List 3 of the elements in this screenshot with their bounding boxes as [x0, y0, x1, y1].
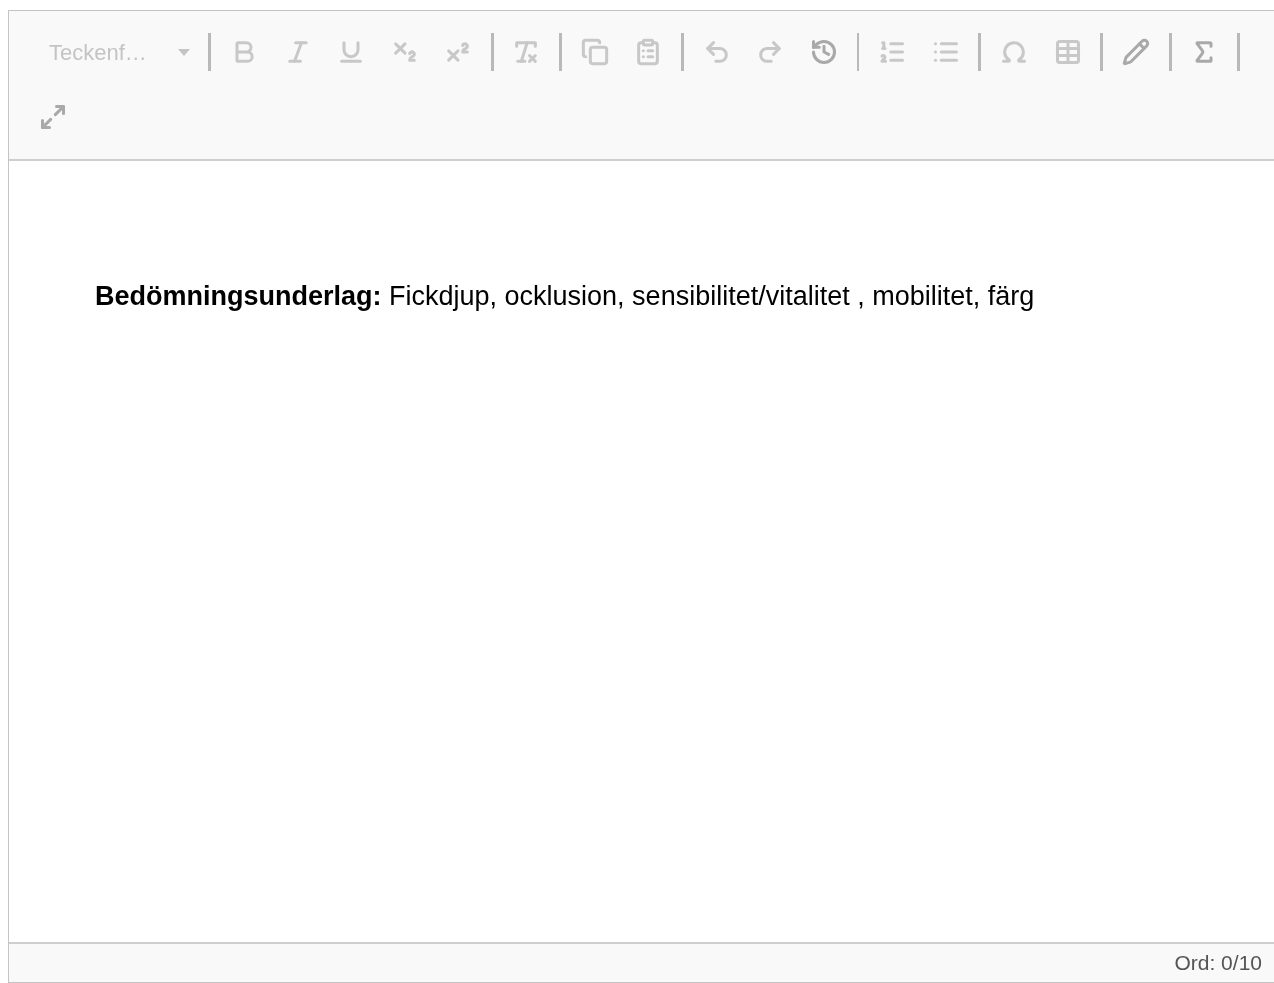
word-count: Ord: 0/10	[1174, 950, 1262, 977]
caret-icon	[178, 48, 191, 56]
answer-text: Bedömningsunderlag: Fickdjup, ocklusion, sensibilitet/vitalitet , mobilitet, färg	[95, 280, 1036, 313]
